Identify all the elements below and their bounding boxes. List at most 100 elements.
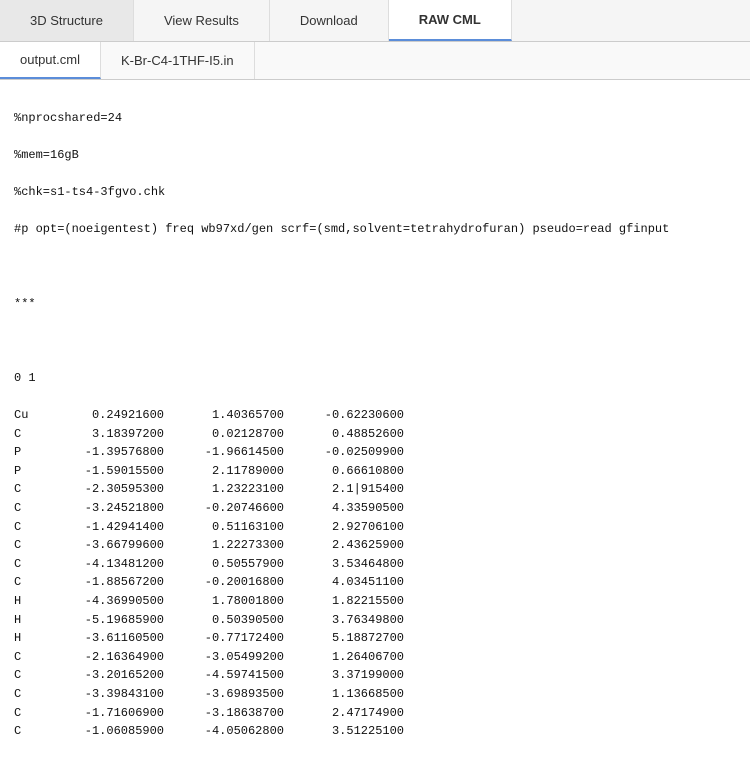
atom-row: C-3.66799600 1.22273300 2.43625900 <box>14 536 736 555</box>
atom-x: -1.71606900 <box>44 704 164 723</box>
atom-z: 1.13668500 <box>284 685 404 704</box>
atom-x: -2.30595300 <box>44 480 164 499</box>
separator-line: *** <box>14 295 736 314</box>
atom-z: 3.53464800 <box>284 555 404 574</box>
atom-row: C-4.13481200 0.50557900 3.53464800 <box>14 555 736 574</box>
atom-row: P-1.39576800 -1.96614500 -0.02509900 <box>14 443 736 462</box>
atom-row: C-2.16364900 -3.05499200 1.26406700 <box>14 648 736 667</box>
atom-symbol: C <box>14 536 44 555</box>
atom-row: C-1.06085900 -4.05062800 3.51225100 <box>14 722 736 741</box>
atom-y: 0.50390500 <box>164 611 284 630</box>
file-tab-k-br-c4[interactable]: K-Br-C4-1THF-I5.in <box>101 42 255 79</box>
atom-row: C-2.30595300 1.23223100 2.1|915400 <box>14 480 736 499</box>
atom-x: -5.19685900 <box>44 611 164 630</box>
atom-z: 0.48852600 <box>284 425 404 444</box>
atom-z: 0.66610800 <box>284 462 404 481</box>
atom-y: 0.51163100 <box>164 518 284 537</box>
atom-y: -1.96614500 <box>164 443 284 462</box>
atom-symbol: C <box>14 685 44 704</box>
atom-symbol: C <box>14 704 44 723</box>
atom-row: C3.18397200 0.02128700 0.48852600 <box>14 425 736 444</box>
atom-y: -3.05499200 <box>164 648 284 667</box>
tab-view-results[interactable]: View Results <box>134 0 270 41</box>
atom-z: -0.02509900 <box>284 443 404 462</box>
atom-row: H-4.36990500 1.78001800 1.82215500 <box>14 592 736 611</box>
atom-row: C-1.88567200 -0.20016800 4.03451100 <box>14 573 736 592</box>
atom-z: 2.43625900 <box>284 536 404 555</box>
atom-y: -0.20746600 <box>164 499 284 518</box>
route-line: #p opt=(noeigentest) freq wb97xd/gen scr… <box>14 220 736 239</box>
atom-row: C-1.71606900 -3.18638700 2.47174900 <box>14 704 736 723</box>
atom-y: 0.02128700 <box>164 425 284 444</box>
atom-x: -3.61160500 <box>44 629 164 648</box>
atom-symbol: P <box>14 462 44 481</box>
atom-row: C-3.24521800 -0.20746600 4.33590500 <box>14 499 736 518</box>
atom-x: -4.13481200 <box>44 555 164 574</box>
atom-z: 1.82215500 <box>284 592 404 611</box>
atom-x: -1.42941400 <box>44 518 164 537</box>
atom-row: C-3.20165200 -4.59741500 3.37199000 <box>14 666 736 685</box>
mem-line: %mem=16gB <box>14 146 736 165</box>
atom-y: 1.40365700 <box>164 406 284 425</box>
atom-y: -3.69893500 <box>164 685 284 704</box>
chk-line: %chk=s1-ts4-3fgvo.chk <box>14 183 736 202</box>
atom-y: 1.23223100 <box>164 480 284 499</box>
main-tab-bar: 3D Structure View Results Download RAW C… <box>0 0 750 42</box>
atom-symbol: C <box>14 425 44 444</box>
atom-x: -4.36990500 <box>44 592 164 611</box>
atom-symbol: P <box>14 443 44 462</box>
atom-symbol: Cu <box>14 406 44 425</box>
raw-content-area: %nprocshared=24 %mem=16gB %chk=s1-ts4-3f… <box>0 80 750 769</box>
atom-x: -3.20165200 <box>44 666 164 685</box>
atom-x: 0.24921600 <box>44 406 164 425</box>
tab-download[interactable]: Download <box>270 0 389 41</box>
atom-symbol: C <box>14 722 44 741</box>
blank-line-1 <box>14 257 736 276</box>
atom-y: 0.50557900 <box>164 555 284 574</box>
atom-z: 2.47174900 <box>284 704 404 723</box>
atom-row: H-5.19685900 0.50390500 3.76349800 <box>14 611 736 630</box>
atom-z: 4.03451100 <box>284 573 404 592</box>
tab-raw-cml[interactable]: RAW CML <box>389 0 512 41</box>
atom-x: -2.16364900 <box>44 648 164 667</box>
atom-x: -1.06085900 <box>44 722 164 741</box>
file-tab-output-cml[interactable]: output.cml <box>0 42 101 79</box>
atom-z: 2.92706100 <box>284 518 404 537</box>
atom-symbol: H <box>14 611 44 630</box>
atom-symbol: C <box>14 666 44 685</box>
atom-row: H-3.61160500 -0.77172400 5.18872700 <box>14 629 736 648</box>
file-tab-bar: output.cml K-Br-C4-1THF-I5.in <box>0 42 750 80</box>
atom-row: Cu0.24921600 1.40365700 -0.62230600 <box>14 406 736 425</box>
charge-mult-line: 0 1 <box>14 369 736 388</box>
atom-x: -1.59015500 <box>44 462 164 481</box>
atom-z: -0.62230600 <box>284 406 404 425</box>
atom-symbol: C <box>14 480 44 499</box>
atom-row: C-1.42941400 0.51163100 2.92706100 <box>14 518 736 537</box>
atom-y: -4.05062800 <box>164 722 284 741</box>
blank-line-2 <box>14 332 736 351</box>
atom-y: -0.20016800 <box>164 573 284 592</box>
atom-z: 4.33590500 <box>284 499 404 518</box>
atom-z: 3.37199000 <box>284 666 404 685</box>
atom-row: C-3.39843100 -3.69893500 1.13668500 <box>14 685 736 704</box>
atom-x: -3.66799600 <box>44 536 164 555</box>
atom-x: -1.88567200 <box>44 573 164 592</box>
atom-y: 1.22273300 <box>164 536 284 555</box>
atom-z: 1.26406700 <box>284 648 404 667</box>
proc-line: %nprocshared=24 <box>14 109 736 128</box>
atom-y: -3.18638700 <box>164 704 284 723</box>
atom-z: 2.1|915400 <box>284 480 404 499</box>
atom-symbol: C <box>14 499 44 518</box>
atom-coordinates-table: Cu0.24921600 1.40365700 -0.62230600C3.18… <box>14 406 736 741</box>
atom-y: 2.11789000 <box>164 462 284 481</box>
atom-symbol: H <box>14 629 44 648</box>
atom-symbol: C <box>14 518 44 537</box>
atom-x: 3.18397200 <box>44 425 164 444</box>
tab-3d-structure[interactable]: 3D Structure <box>0 0 134 41</box>
atom-z: 3.51225100 <box>284 722 404 741</box>
atom-y: 1.78001800 <box>164 592 284 611</box>
atom-z: 3.76349800 <box>284 611 404 630</box>
atom-y: -4.59741500 <box>164 666 284 685</box>
atom-x: -1.39576800 <box>44 443 164 462</box>
atom-symbol: C <box>14 555 44 574</box>
